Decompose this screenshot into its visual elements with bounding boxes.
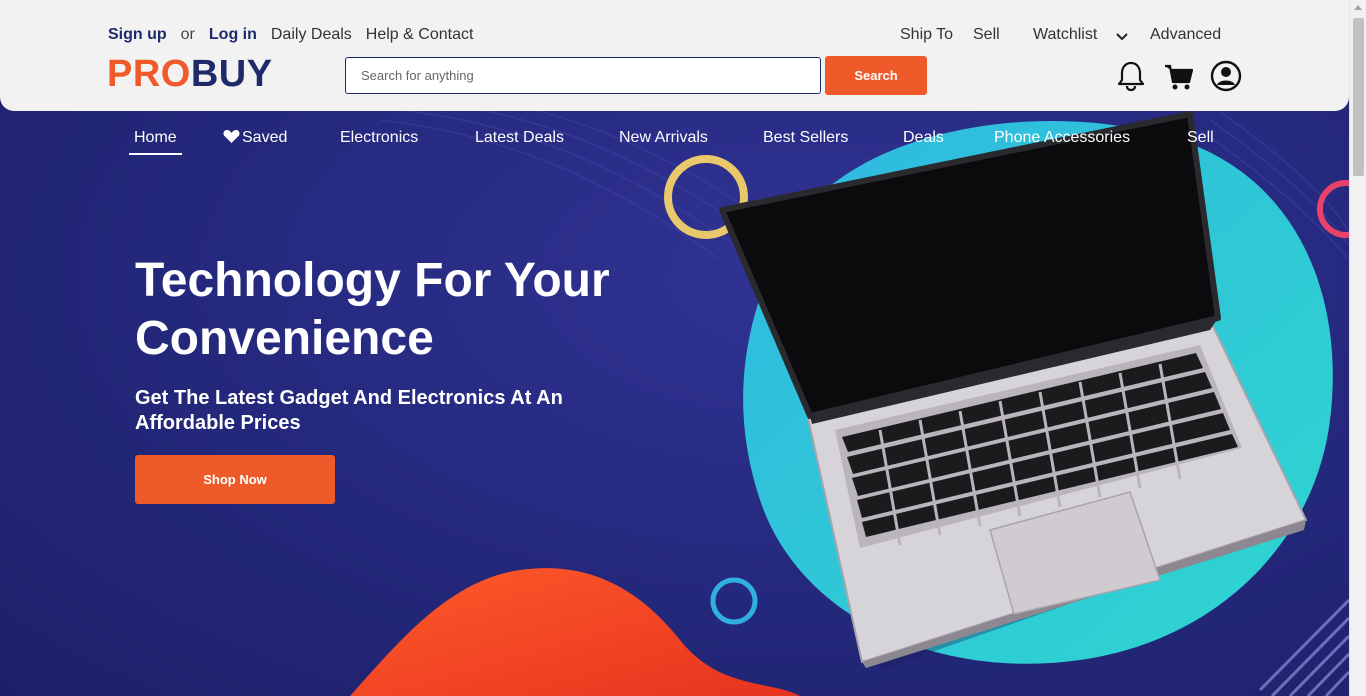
hero-subtitle: Get The Latest Gadget And Electronics At… <box>135 387 563 434</box>
log-in-link[interactable]: Log in <box>209 26 257 44</box>
scrollbar-thumb[interactable] <box>1353 18 1364 176</box>
probuy-logo[interactable]: PROBUY <box>107 52 273 96</box>
nav-best-sellers[interactable]: Best Sellers <box>763 129 848 147</box>
watchlist-link[interactable]: Watchlist <box>1033 26 1097 44</box>
nav-home[interactable]: Home <box>129 129 182 155</box>
daily-deals-link[interactable]: Daily Deals <box>271 26 352 44</box>
decor-stripes <box>1258 598 1349 696</box>
or-text: or <box>180 26 195 43</box>
nav-saved[interactable]: Saved <box>223 129 287 149</box>
scroll-up-arrow-icon[interactable] <box>1354 5 1362 10</box>
blue-ring <box>710 577 758 625</box>
nav-phone-accessories[interactable]: Phone Accessories <box>994 129 1130 147</box>
nav-sell[interactable]: Sell <box>1187 129 1214 147</box>
search-input[interactable] <box>345 57 821 94</box>
hero-title: Technology For Your Convenience <box>135 254 610 365</box>
shop-now-button[interactable]: Shop Now <box>135 455 335 504</box>
logo-pro-text: PRO <box>107 53 191 95</box>
main-nav: Home Saved Electronics Latest Deals New … <box>0 129 1349 159</box>
ship-to-link[interactable]: Ship To <box>900 26 953 44</box>
cart-icon[interactable] <box>1163 60 1195 92</box>
page-scrollbar[interactable] <box>1349 0 1366 696</box>
advanced-link[interactable]: Advanced <box>1150 26 1221 44</box>
site-header: Sign up or Log in Daily Deals Help & Con… <box>0 0 1349 111</box>
user-account-icon[interactable] <box>1210 60 1242 92</box>
orange-wave <box>350 568 800 696</box>
chevron-down-icon[interactable] <box>1116 29 1128 47</box>
nav-latest-deals[interactable]: Latest Deals <box>475 129 564 147</box>
account-links: Sign up or Log in Daily Deals Help & Con… <box>108 26 487 44</box>
bell-icon[interactable] <box>1115 60 1147 92</box>
heart-icon <box>223 129 240 149</box>
nav-new-arrivals[interactable]: New Arrivals <box>619 129 708 147</box>
nav-saved-label: Saved <box>242 129 288 146</box>
nav-deals[interactable]: Deals <box>903 129 944 147</box>
logo-buy-text: BUY <box>190 53 273 95</box>
help-contact-link[interactable]: Help & Contact <box>366 26 474 44</box>
sell-link[interactable]: Sell <box>973 26 1000 44</box>
nav-electronics[interactable]: Electronics <box>340 129 418 147</box>
search-button[interactable]: Search <box>825 56 927 95</box>
sign-up-link[interactable]: Sign up <box>108 26 167 44</box>
